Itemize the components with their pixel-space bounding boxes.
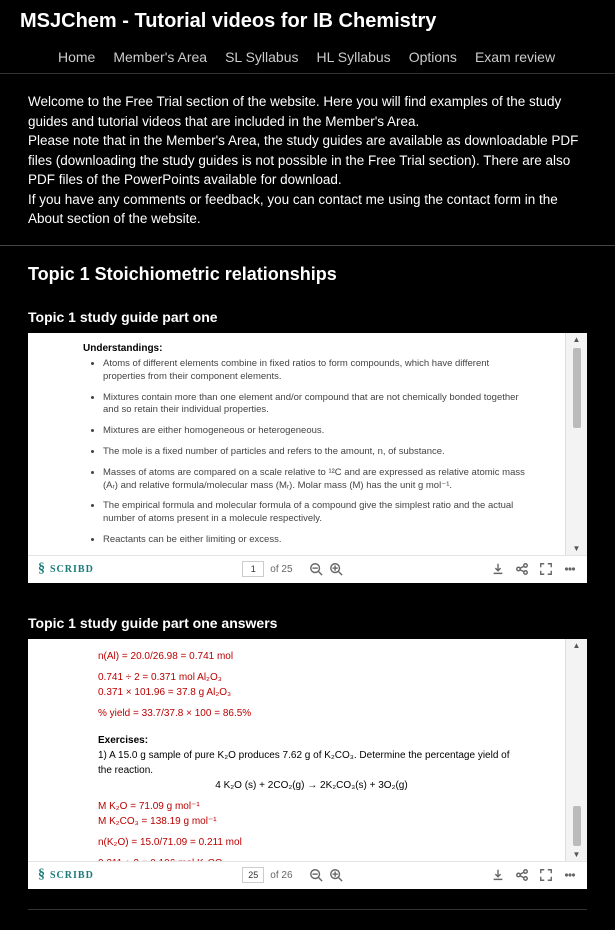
bullet: Mixtures are either homogeneous or heter… [103, 425, 525, 438]
main-nav: Home Member's Area SL Syllabus HL Syllab… [0, 41, 615, 74]
guide2-title: Topic 1 study guide part one answers [0, 603, 615, 639]
answer-line: n(Al) = 20.0/26.98 = 0.741 mol [98, 649, 525, 664]
zoom-out-icon[interactable] [309, 562, 323, 576]
scribd-embed-guide2: ▲ ▼ n(Al) = 20.0/26.98 = 0.741 mol 0.741 … [28, 639, 587, 889]
fullscreen-icon[interactable] [539, 868, 553, 882]
understandings-heading: Understandings: [83, 343, 525, 354]
exercises-heading: Exercises: [98, 733, 525, 748]
answer-line: 0.211 ÷ 2 = 0.106 mol K₂CO₃ [98, 856, 525, 861]
scribd-embed-guide1: ▲ ▼ Understandings: Atoms of different el… [28, 333, 587, 583]
bullet: The empirical formula and molecular form… [103, 500, 525, 526]
guide1-title: Topic 1 study guide part one [0, 297, 615, 333]
doc-content[interactable]: Understandings: Atoms of different eleme… [28, 333, 565, 555]
answer-line: n(K₂O) = 15.0/71.09 = 0.211 mol [98, 835, 525, 850]
page-total: of 26 [270, 870, 292, 881]
nav-hl-syllabus[interactable]: HL Syllabus [317, 49, 391, 65]
intro-p3: If you have any comments or feedback, yo… [28, 190, 587, 229]
scribd-logo[interactable]: §SCRIBD [38, 867, 94, 883]
answer-line: M K₂CO₃ = 138.19 g mol⁻¹ [98, 814, 525, 829]
scroll-thumb[interactable] [573, 348, 581, 428]
divider [28, 909, 587, 910]
page-input[interactable] [242, 867, 264, 883]
nav-exam-review[interactable]: Exam review [475, 49, 555, 65]
download-icon[interactable] [491, 868, 505, 882]
download-icon[interactable] [491, 562, 505, 576]
answer-line: 0.741 ÷ 2 = 0.371 mol Al₂O₃ [98, 670, 525, 685]
answer-line: % yield = 33.7/37.8 × 100 = 86.5% [98, 706, 525, 721]
zoom-out-icon[interactable] [309, 868, 323, 882]
bullet: Atoms of different elements combine in f… [103, 358, 525, 384]
page-input[interactable] [242, 561, 264, 577]
nav-members-area[interactable]: Member's Area [113, 49, 207, 65]
menu-icon[interactable] [563, 868, 577, 882]
zoom-in-icon[interactable] [329, 868, 343, 882]
scroll-up-icon[interactable]: ▲ [573, 333, 581, 346]
scroll-thumb[interactable] [573, 806, 581, 846]
nav-home[interactable]: Home [58, 49, 95, 65]
scribd-toolbar: §SCRIBD of 26 [28, 861, 587, 889]
menu-icon[interactable] [563, 562, 577, 576]
bullet: Reactants can be either limiting or exce… [103, 534, 525, 547]
scribd-logo[interactable]: §SCRIBD [38, 561, 94, 577]
answer-line: M K₂O = 71.09 g mol⁻¹ [98, 799, 525, 814]
equation: 4 K₂O (s) + 2CO₂(g) → 2K₂CO₃(s) + 3O₂(g) [98, 778, 525, 793]
nav-sl-syllabus[interactable]: SL Syllabus [225, 49, 298, 65]
intro-text: Welcome to the Free Trial section of the… [0, 74, 615, 246]
zoom-in-icon[interactable] [329, 562, 343, 576]
answer-line: 0.371 × 101.96 = 37.8 g Al₂O₃ [98, 685, 525, 700]
scrollbar[interactable]: ▲ ▼ [565, 333, 587, 555]
scroll-down-icon[interactable]: ▼ [573, 542, 581, 555]
scribd-toolbar: §SCRIBD of 25 [28, 555, 587, 583]
fullscreen-icon[interactable] [539, 562, 553, 576]
bullet: The mole is a fixed number of particles … [103, 446, 525, 459]
page-total: of 25 [270, 564, 292, 575]
doc-content[interactable]: n(Al) = 20.0/26.98 = 0.741 mol 0.741 ÷ 2… [28, 639, 565, 861]
scroll-up-icon[interactable]: ▲ [573, 639, 581, 652]
share-icon[interactable] [515, 562, 529, 576]
intro-p2: Please note that in the Member's Area, t… [28, 131, 587, 190]
topic-title: Topic 1 Stoichiometric relationships [0, 246, 615, 297]
exercise-question: 1) A 15.0 g sample of pure K₂O produces … [98, 748, 525, 778]
share-icon[interactable] [515, 868, 529, 882]
bullet: Masses of atoms are compared on a scale … [103, 467, 525, 493]
site-title: MSJChem - Tutorial videos for IB Chemist… [0, 0, 615, 41]
nav-options[interactable]: Options [409, 49, 457, 65]
bullet: Mixtures contain more than one element a… [103, 392, 525, 418]
scroll-down-icon[interactable]: ▼ [573, 848, 581, 861]
intro-p1: Welcome to the Free Trial section of the… [28, 92, 587, 131]
scrollbar[interactable]: ▲ ▼ [565, 639, 587, 861]
